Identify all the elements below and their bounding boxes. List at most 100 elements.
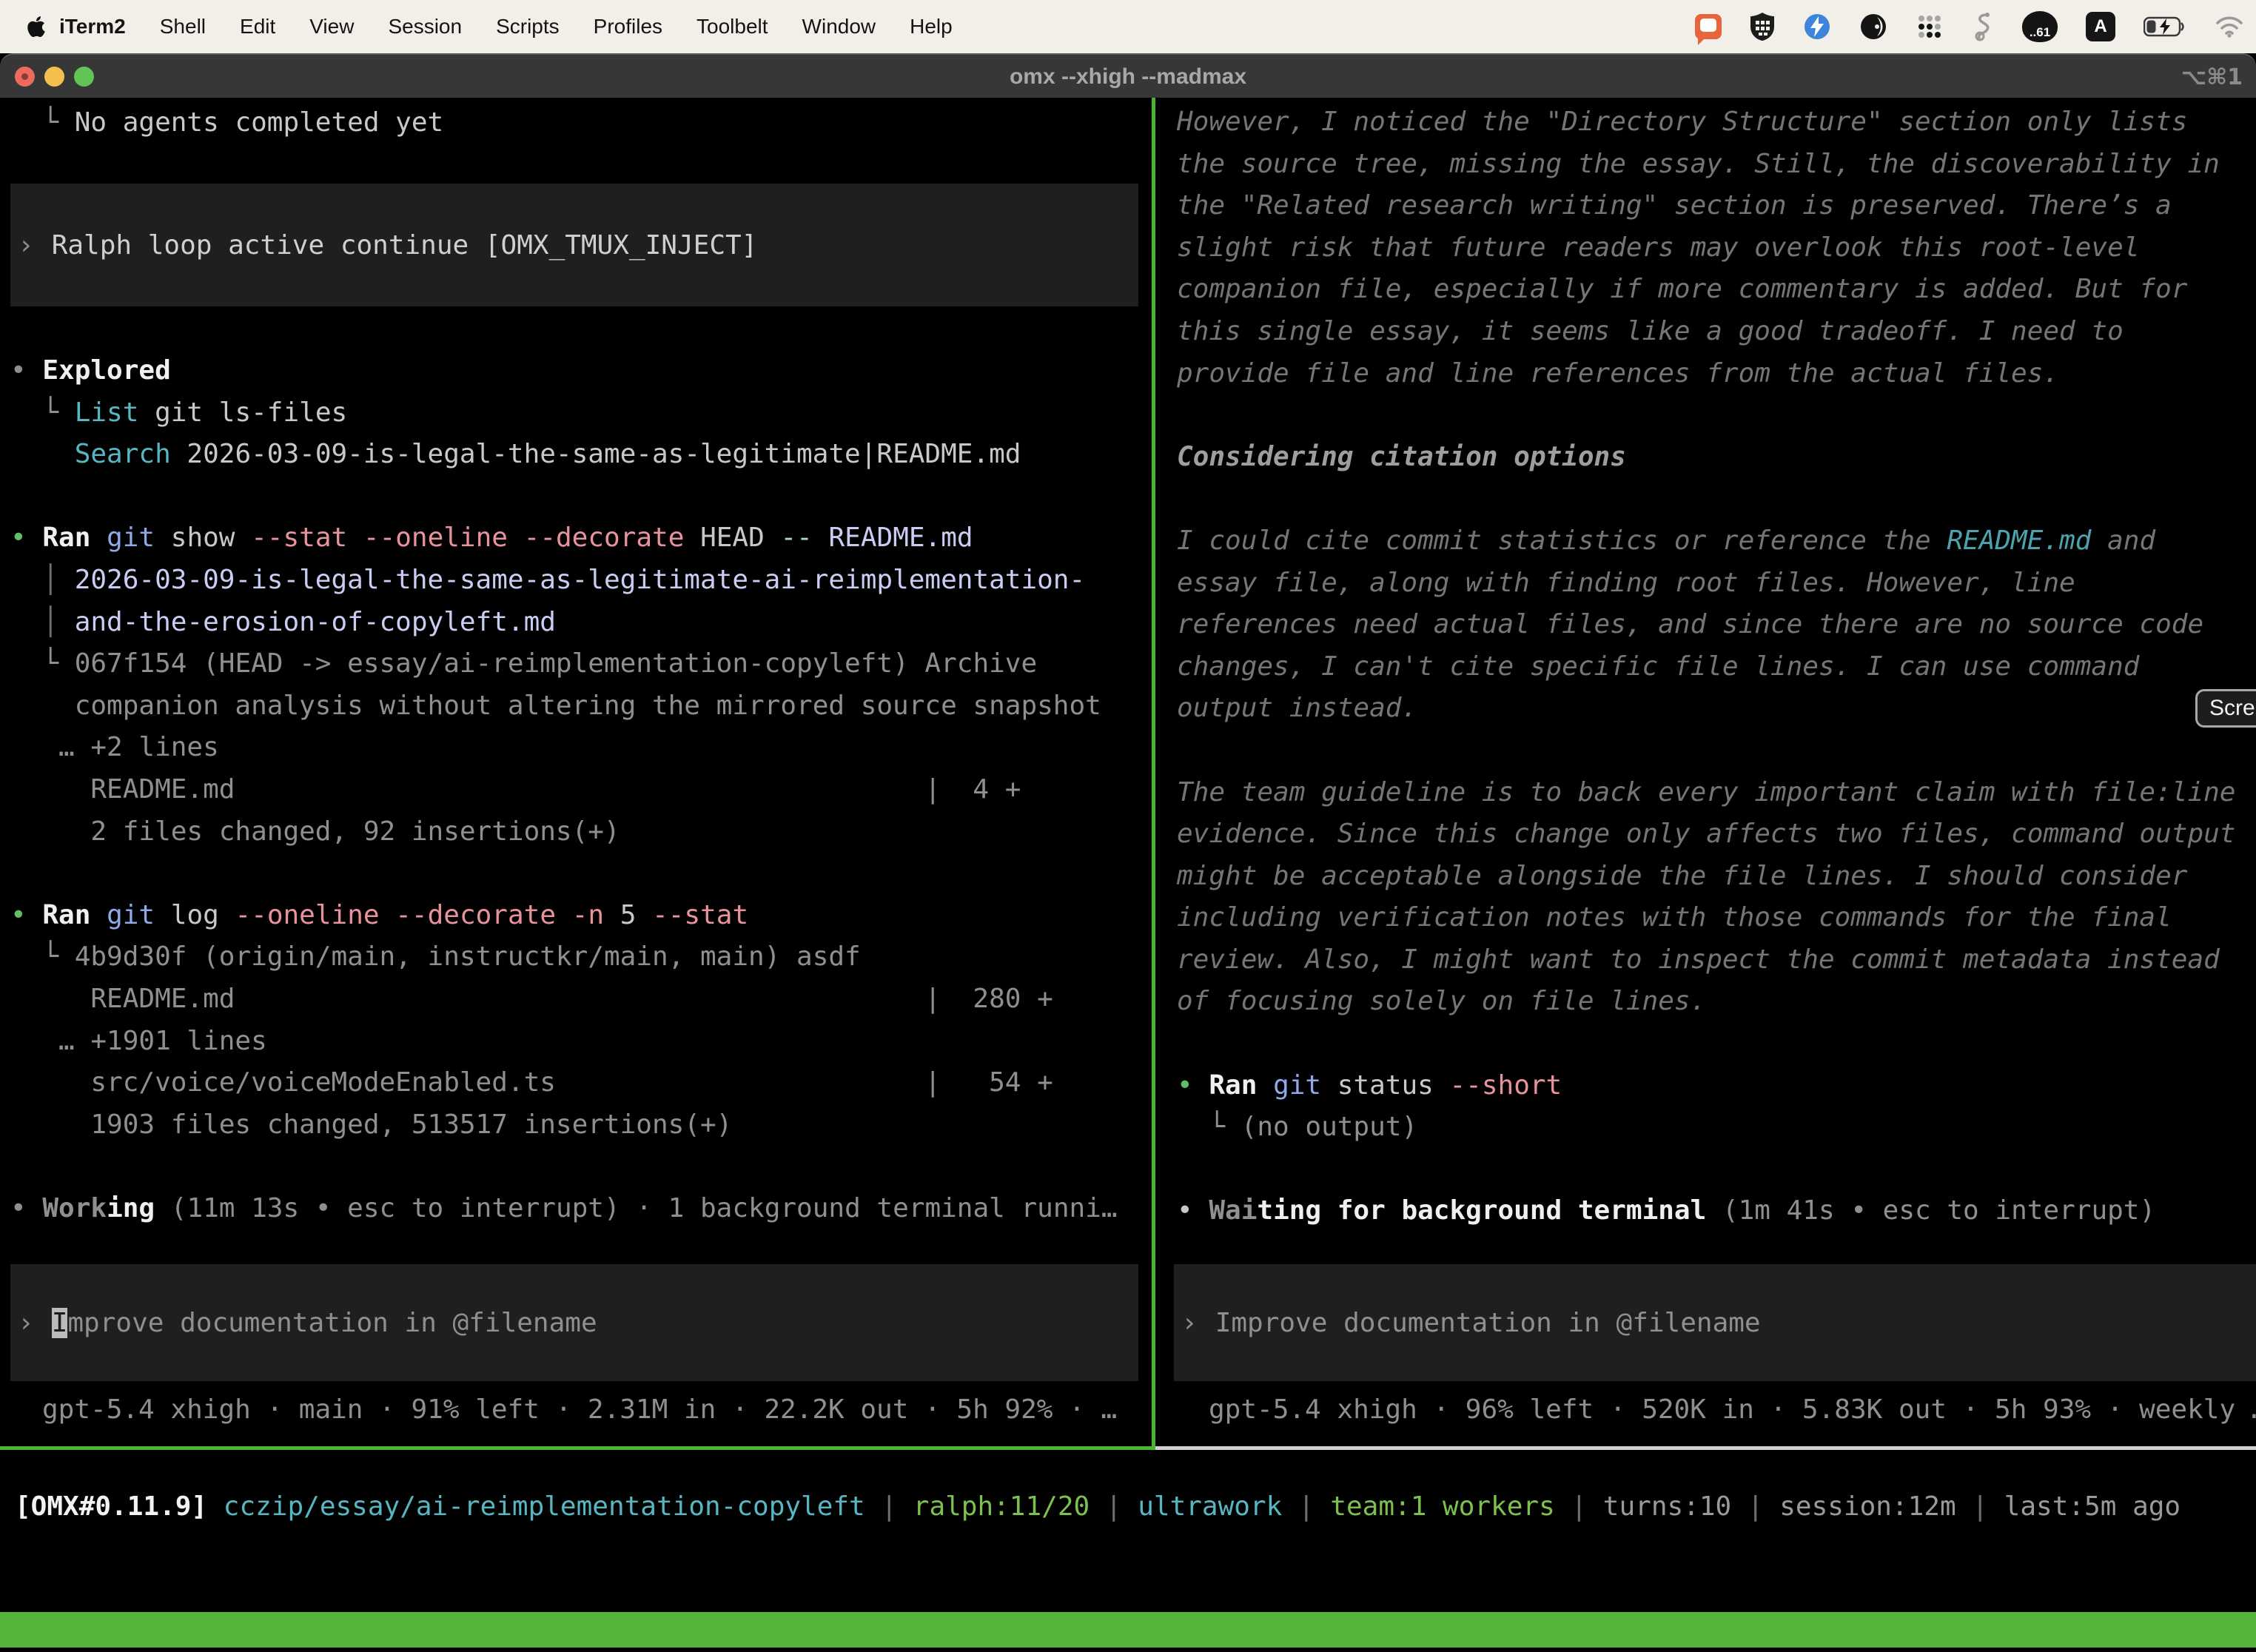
text-segment: Search xyxy=(75,439,171,469)
menu-item-shell[interactable]: Shell xyxy=(160,15,206,38)
text-segment: --stat xyxy=(652,900,748,930)
bolt-circle-icon[interactable] xyxy=(1803,13,1831,41)
text-segment: essay file, along with finding root file… xyxy=(1177,568,2075,598)
text-segment: List xyxy=(75,397,139,428)
text-segment: -- xyxy=(780,523,812,553)
text-segment: 2 files changed, 92 insertions(+) xyxy=(10,816,620,847)
chat-app-icon[interactable] xyxy=(1695,14,1722,39)
text-segment: (no output) xyxy=(1241,1112,1417,1142)
banner-text: Ralph loop active continue [OMX_TMUX_INJ… xyxy=(52,230,758,261)
text-segment: • xyxy=(10,355,42,386)
text-segment: --oneline xyxy=(235,900,379,930)
terminal-line: README.md | 4 + xyxy=(10,769,1144,811)
text-segment xyxy=(508,523,524,553)
text-segment: • xyxy=(1177,1070,1209,1101)
banner-chevron: › xyxy=(18,230,34,261)
text-segment: the "Related research writing" section i… xyxy=(1177,190,2172,221)
terminal-line: 2 files changed, 92 insertions(+) xyxy=(10,811,1144,853)
text-segment xyxy=(10,439,75,469)
text-segment xyxy=(813,523,829,553)
status-segment: turns:10 xyxy=(1603,1491,1731,1522)
battery-icon[interactable] xyxy=(2143,16,2186,38)
left-pane-border xyxy=(0,1446,1152,1450)
text-segment: • xyxy=(1177,1195,1209,1226)
terminal-line: • Ran git status --short xyxy=(1177,1065,2256,1107)
text-segment: evidence. Since this change only affects… xyxy=(1177,819,2235,849)
pane-divider[interactable] xyxy=(1152,98,1155,1450)
omx-status-line: [OMX#0.11.9] cczip/essay/ai-reimplementa… xyxy=(15,1486,2181,1528)
apple-menu-icon[interactable] xyxy=(27,14,49,39)
text-segment: README.md | 4 + xyxy=(10,774,1021,805)
menu-item-profiles[interactable]: Profiles xyxy=(594,15,662,38)
text-segment: README.md xyxy=(1947,526,2091,556)
window-shortcut-badge: ⌥⌘1 xyxy=(2181,55,2243,99)
menu-item-scripts[interactable]: Scripts xyxy=(496,15,560,38)
text-segment: Considering citation options xyxy=(1177,442,1626,472)
terminal-line xyxy=(1177,730,2256,772)
terminal-line: companion analysis without altering the … xyxy=(10,685,1144,728)
menu-item-toolbelt[interactable]: Toolbelt xyxy=(696,15,768,38)
text-segment: and xyxy=(2091,526,2155,556)
terminal-line: │ and-the-erosion-of-copyleft.md xyxy=(10,602,1144,644)
shield-icon[interactable] xyxy=(1750,12,1775,41)
text-segment: Ran xyxy=(1209,1070,1257,1101)
text-segment: │ xyxy=(10,607,75,637)
text-segment: --decorate xyxy=(524,523,685,553)
terminal-line: might be acceptable alongside the file l… xyxy=(1177,856,2256,898)
menu-item-view[interactable]: View xyxy=(309,15,354,38)
text-segment: companion file, especially if more comme… xyxy=(1177,274,2187,304)
menu-item-edit[interactable]: Edit xyxy=(240,15,275,38)
terminal-line: the "Related research writing" section i… xyxy=(1177,185,2256,227)
text-segment: 5 xyxy=(604,900,652,930)
contrast-circle-icon[interactable] xyxy=(1859,13,1887,41)
text-segment xyxy=(90,523,107,553)
text-segment: slight risk that future readers may over… xyxy=(1177,232,2139,263)
terminal-line: │ 2026-03-09-is-legal-the-same-as-legiti… xyxy=(10,560,1144,602)
text-segment: this single essay, it seems like a good … xyxy=(1177,316,2124,346)
right-model-status: gpt-5.4 xhigh · 96% left · 520K in · 5.8… xyxy=(1209,1389,2256,1431)
text-segment: Ran xyxy=(42,523,90,553)
terminal-line: └ List git ls-files xyxy=(10,392,1144,434)
text-segment: output instead. xyxy=(1177,693,1417,723)
terminal-line: output instead. xyxy=(1177,688,2256,730)
prompt-placeholder: mprove documentation in @filename xyxy=(67,1308,597,1338)
left-prompt-input[interactable]: ›Improve documentation in @filename xyxy=(10,1264,1138,1381)
figure-icon[interactable] xyxy=(1972,12,1994,41)
right-pane-border xyxy=(1155,1446,2256,1450)
text-segment: changes, I can't cite specific file line… xyxy=(1177,651,2139,682)
menu-item-session[interactable]: Session xyxy=(388,15,462,38)
window-title: omx --xhigh --madmax xyxy=(0,55,2256,99)
text-segment: might be acceptable alongside the file l… xyxy=(1177,861,2187,891)
text-segment: references need actual files, and since … xyxy=(1177,609,2203,639)
text-segment: 067f154 (HEAD -> essay/ai-reimplementati… xyxy=(75,648,1037,679)
text-segment: README.md xyxy=(829,523,973,553)
terminal-line: └ No agents completed yet xyxy=(10,102,1144,144)
screen-overlay-button[interactable]: Scre xyxy=(2195,689,2256,728)
right-prompt-input[interactable]: ›Improve documentation in @filename xyxy=(1174,1264,2256,1381)
usage-badge[interactable]: ..61 xyxy=(2022,11,2058,42)
menu-item-help[interactable]: Help xyxy=(910,15,953,38)
terminal-line: … +1901 lines xyxy=(10,1021,1144,1063)
dots-grid-icon[interactable] xyxy=(1916,13,1944,41)
terminal-line: 1903 files changed, 513517 insertions(+) xyxy=(10,1104,1144,1146)
terminal-line xyxy=(1177,478,2256,520)
status-segment: last:5m ago xyxy=(2004,1491,2181,1522)
status-segment: | xyxy=(865,1491,913,1522)
menu-item-iterm2[interactable]: iTerm2 xyxy=(59,15,126,38)
wifi-icon[interactable] xyxy=(2215,15,2244,38)
terminal-line: README.md | 280 + xyxy=(10,978,1144,1021)
text-segment: ing xyxy=(107,1193,155,1223)
text-segment: git xyxy=(107,900,155,930)
menu-item-window[interactable]: Window xyxy=(802,15,876,38)
text-segment: README.md | 280 + xyxy=(10,984,1053,1014)
text-segment: └ xyxy=(10,107,75,138)
menu-items: iTerm2 Shell Edit View Session Scripts Profile… xyxy=(59,15,953,38)
text-segment: src/voice/voiceModeEnabled.ts | 54 + xyxy=(10,1067,1053,1098)
terminal-line: including verification notes with those … xyxy=(1177,897,2256,939)
status-segment: team:1 workers xyxy=(1330,1491,1554,1522)
keyboard-layout-badge[interactable]: A xyxy=(2086,12,2115,41)
status-segment: ultrawork xyxy=(1138,1491,1282,1522)
terminal-line xyxy=(10,1146,1144,1188)
terminal-line xyxy=(1177,394,2256,437)
text-segment: companion analysis without altering the … xyxy=(10,691,1101,721)
